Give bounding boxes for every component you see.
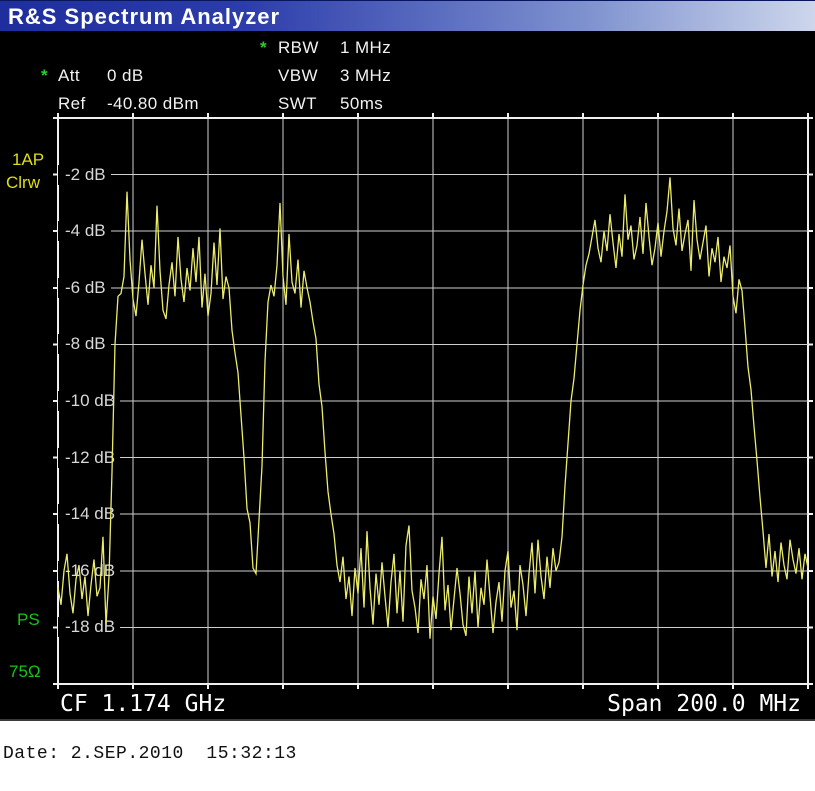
ref-value: -40.80 dBm bbox=[107, 94, 199, 114]
instrument-screen: R&S Spectrum Analyzer * RBW 1 MHz * Att … bbox=[0, 0, 815, 721]
title-bar: R&S Spectrum Analyzer bbox=[0, 0, 815, 31]
att-value: 0 dB bbox=[107, 66, 144, 86]
header-row-1: * RBW 1 MHz bbox=[0, 38, 815, 58]
ps-indicator: PS bbox=[17, 610, 40, 630]
rbw-value: 1 MHz bbox=[340, 38, 391, 58]
spectrum-trace bbox=[58, 177, 808, 638]
rbw-label: RBW bbox=[278, 38, 319, 58]
date-timestamp: Date: 2.SEP.2010 15:32:13 bbox=[3, 744, 297, 764]
ref-label: Ref bbox=[58, 94, 86, 114]
center-frequency-readout: CF 1.174 GHz bbox=[60, 691, 226, 717]
trace-plot-area: -2 dB-4 dB-6 dB-8 dB-10 dB-12 dB-14 dB-1… bbox=[58, 118, 808, 684]
footer-bar: CF 1.174 GHz Span 200.0 MHz bbox=[0, 688, 815, 719]
trace-svg bbox=[53, 113, 813, 689]
impedance-indicator: 75Ω bbox=[9, 662, 41, 682]
trace-mode-label-clrw: Clrw bbox=[6, 173, 40, 193]
app-title: R&S Spectrum Analyzer bbox=[8, 4, 280, 30]
att-modified-asterisk: * bbox=[41, 66, 48, 86]
swt-label: SWT bbox=[278, 94, 317, 114]
header-row-2: * Att 0 dB VBW 3 MHz bbox=[0, 66, 815, 86]
rbw-modified-asterisk: * bbox=[260, 38, 267, 58]
span-readout: Span 200.0 MHz bbox=[607, 691, 801, 717]
vbw-label: VBW bbox=[278, 66, 318, 86]
swt-value: 50ms bbox=[340, 94, 383, 114]
header-row-3: Ref -40.80 dBm SWT 50ms bbox=[0, 94, 815, 114]
trace-mode-label-1ap: 1AP bbox=[12, 150, 44, 170]
vbw-value: 3 MHz bbox=[340, 66, 391, 86]
att-label: Att bbox=[58, 66, 80, 86]
spectrum-analyzer-screenshot: R&S Spectrum Analyzer * RBW 1 MHz * Att … bbox=[0, 0, 815, 791]
